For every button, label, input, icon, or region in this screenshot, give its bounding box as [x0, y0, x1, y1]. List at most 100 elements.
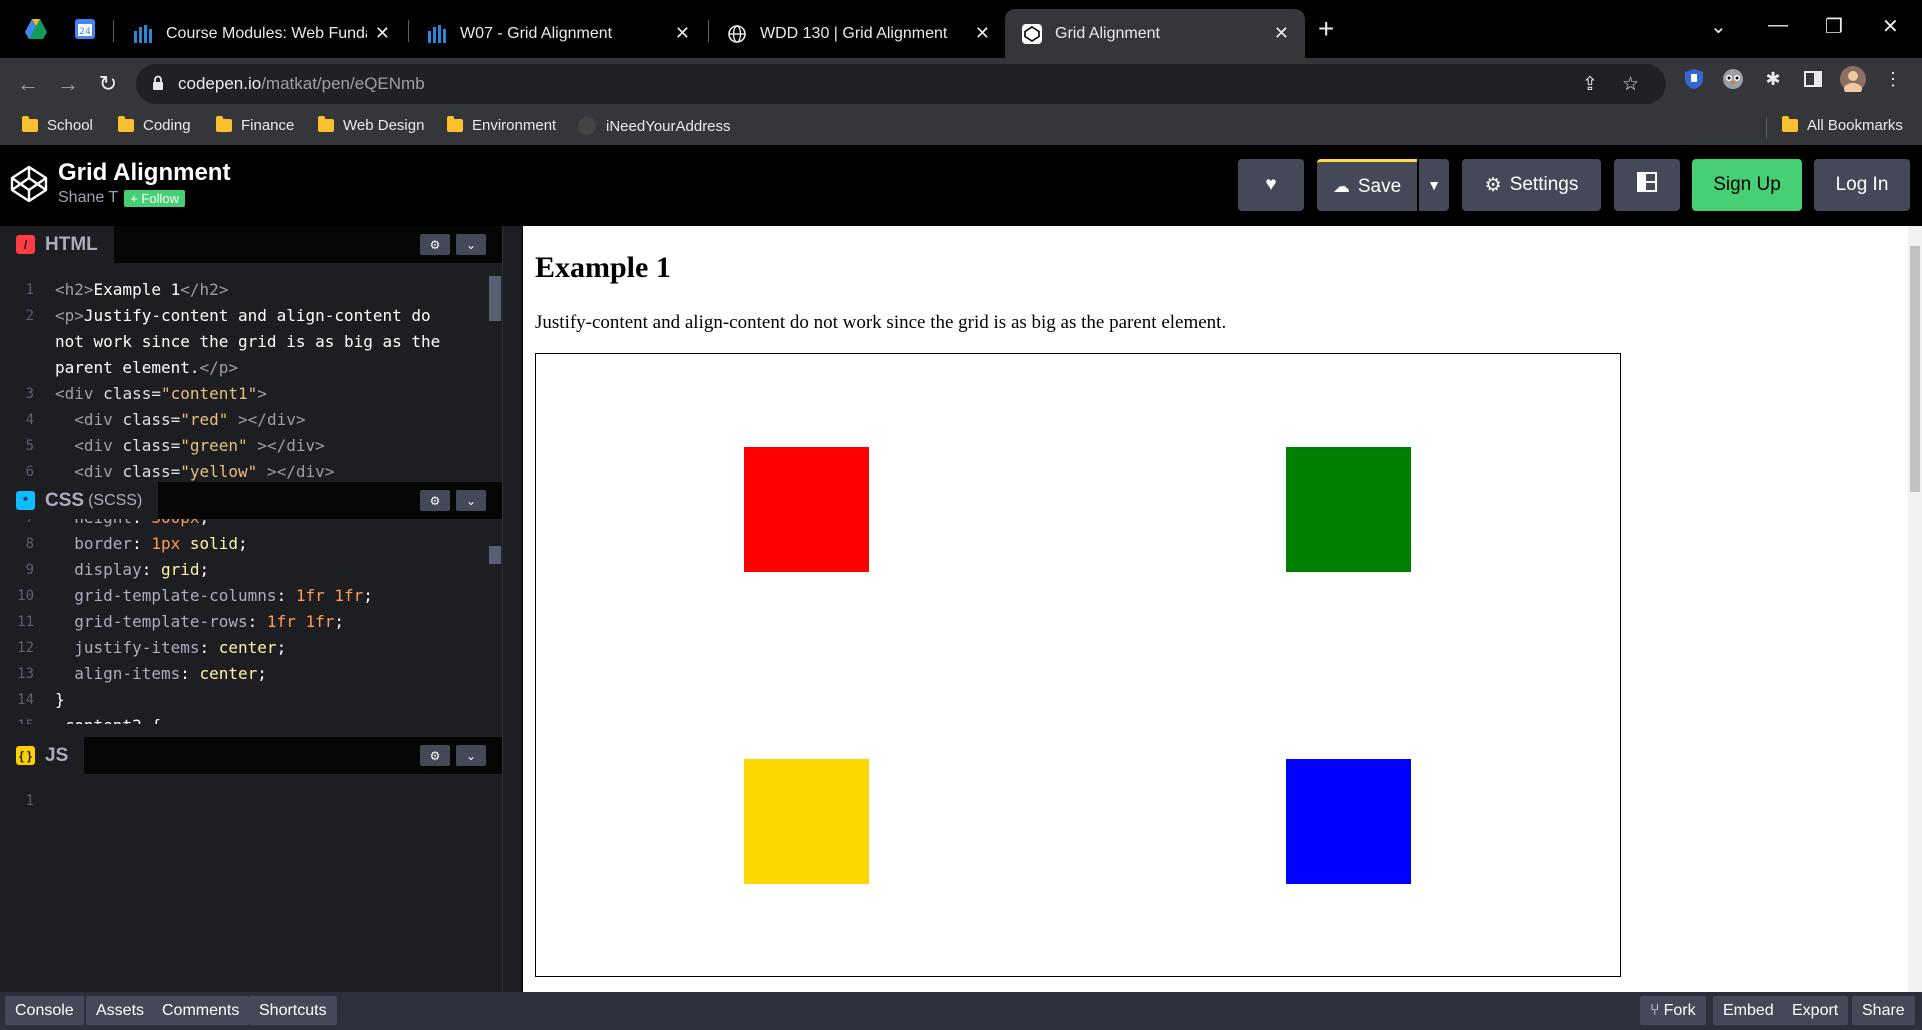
gear-icon: ⚙ [429, 237, 441, 252]
codepen-header: Grid Alignment Shane T + Follow ♥ ☁ Save ▼… [0, 145, 1922, 226]
extension-owl-icon[interactable] [1720, 66, 1746, 92]
folder-icon [318, 116, 334, 132]
heart-icon: ♥ [1265, 174, 1277, 195]
bookmark-environment[interactable]: Environment [447, 116, 556, 134]
layout-icon [1637, 172, 1657, 198]
restore-icon[interactable]: ❐ [1825, 14, 1843, 39]
assets-button[interactable]: Assets [86, 996, 155, 1025]
js-collapse-button[interactable]: ⌄ [456, 745, 486, 766]
js-code-editor[interactable]: 1 [0, 788, 502, 978]
html-panel-header: / HTML ⚙ ⌄ [0, 226, 502, 263]
follow-button[interactable]: + Follow [124, 189, 185, 207]
css-scrollbar[interactable] [489, 546, 501, 564]
gear-icon: ⚙ [429, 748, 441, 763]
fork-icon: ⑂ [1650, 1001, 1660, 1019]
close-icon[interactable]: ✕ [975, 23, 990, 44]
share-icon[interactable]: ⇪ [1582, 73, 1598, 96]
save-dropdown-button[interactable]: ▼ [1419, 159, 1449, 211]
close-icon[interactable]: ✕ [1274, 23, 1289, 44]
js-settings-button[interactable]: ⚙ [420, 745, 450, 766]
editor-panels: / HTML ⚙ ⌄ 1 <h2>Example 1</h2> 2 <p>Justif… [0, 226, 502, 992]
resize-handle[interactable] [502, 226, 522, 992]
scroll-thumb[interactable] [1910, 246, 1920, 492]
tab-wdd130[interactable]: WDD 130 | Grid Alignment ✕ [710, 9, 1006, 58]
gear-icon: ⚙ [1484, 174, 1502, 196]
pen-title[interactable]: Grid Alignment [58, 159, 230, 187]
tab-grid-alignment[interactable]: Grid Alignment ✕ [1005, 9, 1305, 58]
css-tab[interactable]: * CSS (SCSS) [0, 482, 159, 519]
all-bookmarks[interactable]: All Bookmarks [1782, 116, 1903, 134]
canvas-icon [132, 23, 154, 45]
url-text: codepen.io/matkat/pen/eQENmb [178, 74, 425, 93]
js-icon: { } [16, 746, 35, 765]
extensions-puzzle-icon[interactable]: ✱ [1760, 66, 1786, 92]
author-name[interactable]: Shane T [58, 189, 118, 207]
window-close-icon[interactable]: ✕ [1882, 14, 1899, 39]
save-button[interactable]: ☁ Save [1317, 159, 1417, 211]
tab-course-modules[interactable]: Course Modules: Web Fundamer ✕ [116, 9, 406, 58]
bookmarks-bar: School Coding Finance Web Design Environ… [0, 110, 1922, 145]
html-tab[interactable]: / HTML [0, 226, 114, 263]
bookmark-coding[interactable]: Coding [118, 116, 191, 134]
cloud-icon: ☁ [1332, 176, 1350, 196]
back-icon[interactable]: ← [10, 66, 46, 102]
grid-container [535, 353, 1621, 977]
embed-button[interactable]: Embed [1713, 996, 1784, 1025]
bookmark-finance[interactable]: Finance [216, 116, 294, 134]
settings-button[interactable]: ⚙ Settings [1462, 159, 1601, 211]
drive-tab-icon[interactable] [22, 15, 50, 43]
css-settings-button[interactable]: ⚙ [420, 490, 450, 511]
calendar-tab-icon[interactable]: 24 [71, 15, 99, 43]
bookmark-star-icon[interactable]: ☆ [1622, 73, 1639, 96]
html-collapse-button[interactable]: ⌄ [456, 234, 486, 255]
forward-icon[interactable]: → [50, 66, 86, 102]
close-icon[interactable]: ✕ [375, 23, 390, 44]
like-button[interactable]: ♥ [1238, 159, 1304, 211]
gear-icon: ⚙ [429, 493, 441, 508]
js-panel-header: { } JS ⚙ ⌄ [0, 737, 502, 774]
side-panel-icon[interactable] [1800, 66, 1826, 92]
bookmark-ineedyouraddress[interactable]: iNeedYourAddress [578, 117, 731, 135]
css-collapse-button[interactable]: ⌄ [456, 490, 486, 511]
reload-icon[interactable]: ↻ [90, 66, 126, 102]
css-icon: * [16, 491, 35, 510]
address-bar[interactable]: codepen.io/matkat/pen/eQENmb ⇪ ☆ [136, 64, 1666, 104]
footer-bar: Console Assets Comments Shortcuts ⑂ Fork … [0, 992, 1922, 1030]
js-tab[interactable]: { } JS [0, 737, 85, 774]
lock-icon [152, 75, 164, 96]
folder-icon [447, 116, 463, 132]
html-code-editor[interactable]: 1 <h2>Example 1</h2> 2 <p>Justify-content … [0, 277, 502, 482]
comments-button[interactable]: Comments [152, 996, 250, 1025]
preview-frame: Example 1 Justify-content and align-cont… [523, 226, 1908, 992]
codepen-tab-icon [1021, 23, 1043, 45]
html-scrollbar[interactable] [489, 276, 501, 321]
close-icon[interactable]: ✕ [675, 23, 690, 44]
css-code-editor[interactable]: 7 height: 300px; 8 border: 1px solid; 9 … [0, 519, 502, 724]
extension-shield-icon[interactable] [1681, 66, 1707, 92]
preview-scrollbar[interactable] [1908, 226, 1922, 992]
html-settings-button[interactable]: ⚙ [420, 234, 450, 255]
svg-text:24: 24 [79, 27, 91, 37]
export-button[interactable]: Export [1782, 996, 1849, 1025]
menu-icon[interactable]: ⋮ [1880, 66, 1906, 92]
share-button[interactable]: Share [1852, 996, 1915, 1025]
tab-search-icon[interactable]: ⌄ [1710, 14, 1727, 39]
codepen-logo-icon[interactable] [10, 165, 48, 208]
bookmark-web-design[interactable]: Web Design [318, 116, 424, 134]
tab-title: Course Modules: Web Fundamer [166, 24, 367, 42]
new-tab-icon[interactable]: + [1318, 15, 1334, 43]
tab-w07[interactable]: W07 - Grid Alignment ✕ [410, 9, 706, 58]
preview-paragraph: Justify-content and align-content do not… [535, 312, 1227, 333]
log-in-button[interactable]: Log In [1814, 159, 1910, 211]
fork-button[interactable]: ⑂ Fork [1640, 996, 1706, 1025]
avatar[interactable] [1840, 66, 1866, 92]
layout-button[interactable] [1614, 159, 1680, 211]
minimize-icon[interactable]: — [1768, 14, 1788, 37]
preview-heading: Example 1 [535, 251, 671, 284]
folder-icon [22, 116, 38, 132]
shortcuts-button[interactable]: Shortcuts [249, 996, 337, 1025]
sign-up-button[interactable]: Sign Up [1692, 159, 1802, 211]
chevron-down-icon: ⌄ [465, 748, 477, 763]
bookmark-school[interactable]: School [22, 116, 93, 134]
console-button[interactable]: Console [5, 996, 84, 1025]
